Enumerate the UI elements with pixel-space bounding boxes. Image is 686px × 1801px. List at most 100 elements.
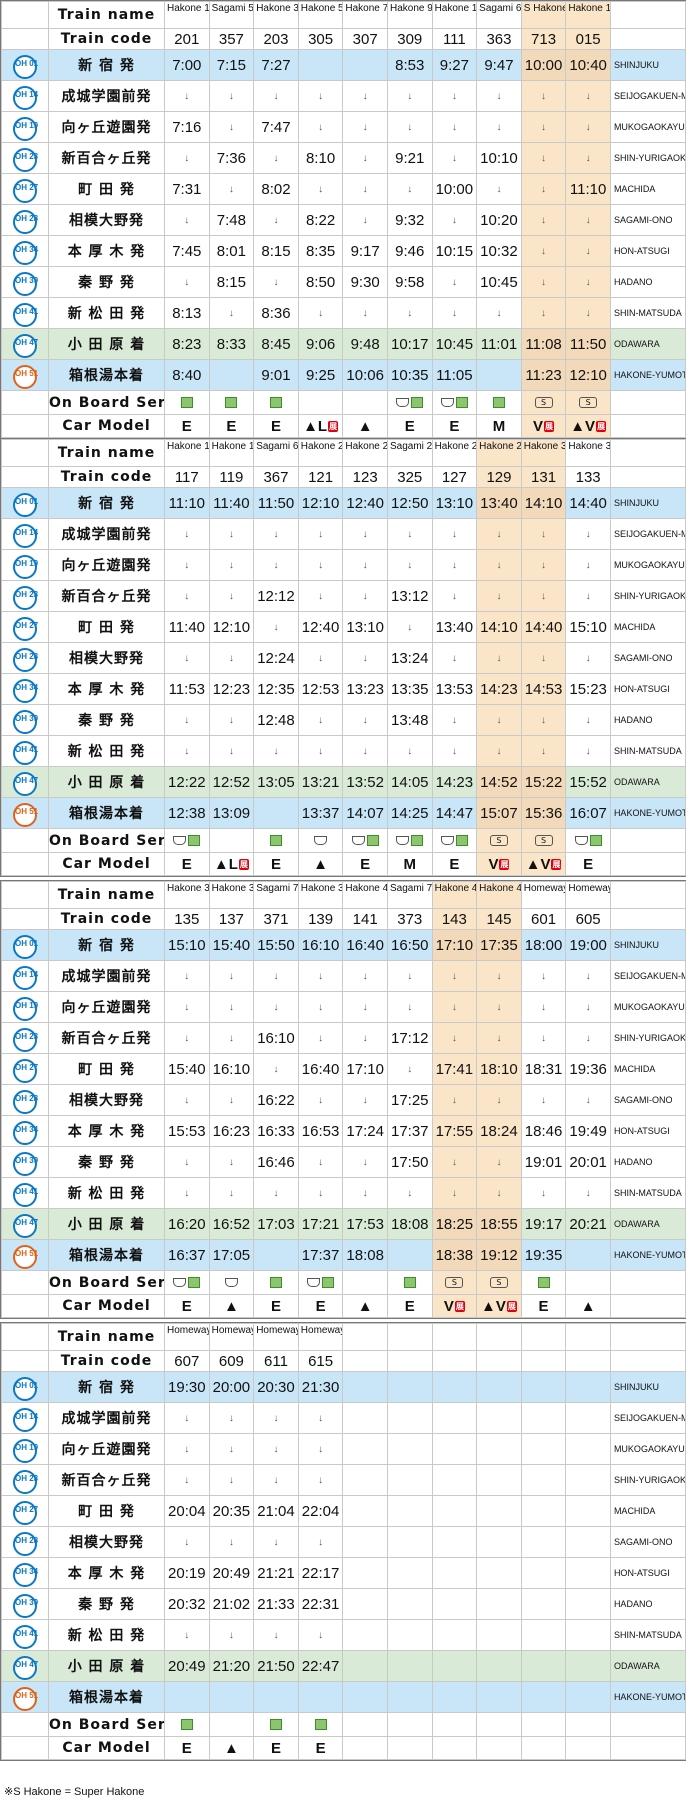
car-blank-en [609, 1736, 686, 1760]
on-board-services [164, 390, 210, 415]
train-code: 143 [431, 908, 478, 930]
departure-time: ↓ [253, 1053, 299, 1085]
station-name-jp: 本 厚 木 発 [48, 1557, 165, 1589]
station-badge-cell: OH 34 [1, 673, 49, 705]
departure-time: ↓ [342, 173, 388, 205]
departure-time: 17:05 [208, 1239, 255, 1271]
station-badge-cell: OH 27 [1, 611, 49, 643]
seat-service-icon: S [489, 834, 508, 846]
car-model: ▲V 展 [565, 414, 611, 438]
station-name-en: SHINJUKU [609, 487, 686, 519]
departure-time: ↓ [164, 1402, 210, 1434]
departure-time: 17:21 [297, 1208, 344, 1240]
station-name-jp: 小 田 原 着 [48, 1208, 165, 1240]
station-badge-cell: OH 28 [1, 642, 49, 674]
departure-time: ↓ [164, 642, 210, 674]
station-name-jp: 成城学園前発 [48, 80, 165, 112]
on-board-services-label: On Board Services [48, 1712, 165, 1737]
station-name-en: ODAWARA [609, 328, 686, 360]
train-name [342, 1323, 388, 1351]
departure-time: ↓ [208, 1464, 255, 1496]
departure-time [342, 1619, 388, 1651]
departure-time: 12:40 [342, 487, 388, 519]
timetable-block: Train nameHakone 1Sagami 57Hakone 3Hakon… [0, 0, 686, 439]
departure-time: 17:53 [342, 1208, 388, 1240]
departure-time: 8:33 [208, 328, 255, 360]
station-name-jp: 箱根湯本着 [48, 359, 165, 391]
station-number-badge: OH 51 [13, 803, 38, 827]
departure-time: 14:40 [520, 611, 567, 643]
departure-time [565, 1495, 611, 1527]
departure-time: ↓ [431, 704, 478, 736]
on-board-services: S [520, 828, 567, 853]
departure-time: 12:48 [253, 704, 299, 736]
departure-time: ↓ [164, 735, 210, 767]
train-name: Hakone 43 [431, 881, 478, 909]
departure-time: ↓ [253, 1619, 299, 1651]
departure-time [431, 1495, 478, 1527]
departure-time: ↓ [253, 991, 299, 1023]
on-board-services-label: On Board Services [48, 1270, 165, 1295]
departure-time [342, 1402, 388, 1434]
departure-time: ↓ [431, 204, 478, 236]
departure-time: 8:13 [164, 297, 210, 329]
departure-time: ↓ [253, 960, 299, 992]
departure-time: ↓ [297, 1433, 344, 1465]
station-row: OH 19向ヶ丘遊園発↓↓↓↓↓↓↓↓↓↓MUKOGAOKAYUEN [1, 549, 686, 581]
station-badge-cell: OH 14 [1, 960, 49, 992]
car-blank-en [609, 414, 686, 438]
departure-time: ↓ [208, 549, 255, 581]
station-row: OH 23 新百合ヶ丘発 ↓ ↓ 16:10 ↓ ↓ 17:12 ↓ ↓ ↓ ↓ SHIN-YURIGA… [1, 1022, 686, 1054]
departure-time: 16:46 [253, 1146, 299, 1178]
seat-service-icon: S [534, 834, 553, 846]
station-name-en: HON-ATSUGI [609, 1115, 686, 1147]
car-model: E [386, 1294, 433, 1318]
departure-time [565, 1681, 611, 1713]
station-number-badge: OH 47 [13, 772, 38, 796]
departure-time: 8:23 [164, 328, 210, 360]
departure-time: ↓ [297, 80, 344, 112]
cafe-icon [440, 835, 454, 845]
departure-time [520, 1371, 567, 1403]
departure-time: 11:10 [164, 487, 210, 519]
train-code-label: Train code [48, 1350, 165, 1372]
departure-time [253, 1239, 299, 1271]
station-row: OH 01 新 宿 発 11:10 11:40 11:50 12:10 12:40 12:50… [1, 487, 686, 519]
cafe-icon [173, 1277, 187, 1287]
code-blank-en [609, 908, 686, 930]
departure-time: 14:07 [342, 797, 388, 829]
station-name-jp: 成城学園前発 [48, 960, 165, 992]
car-model-code: ▲L [303, 417, 328, 435]
departure-time: 8:45 [253, 328, 299, 360]
station-name-en: MACHIDA [609, 611, 686, 643]
departure-time: 7:16 [164, 111, 210, 143]
station-row: OH 51 箱根湯本着 HAKONE-YUMOTO [1, 1681, 686, 1713]
departure-time [476, 1588, 522, 1620]
departure-time: ↓ [342, 580, 388, 612]
departure-time: ↓ [520, 266, 567, 298]
station-badge-cell: OH 14 [1, 518, 49, 550]
departure-time: ↓ [208, 297, 255, 329]
departure-time: 11:05 [431, 359, 478, 391]
on-board-services [431, 1712, 478, 1737]
departure-time: 17:10 [342, 1053, 388, 1085]
departure-time: 21:21 [253, 1557, 299, 1589]
station-number-badge: OH 41 [13, 303, 38, 327]
station-name-jp: 小 田 原 着 [48, 328, 165, 360]
departure-time: ↓ [342, 80, 388, 112]
departure-time: ↓ [476, 991, 522, 1023]
station-row: OH 27 町 田 発 20:04 20:35 21:04 22:04 MACHIDA [1, 1495, 686, 1527]
departure-time [476, 1619, 522, 1651]
departure-time: ↓ [476, 580, 522, 612]
departure-time: 15:22 [520, 766, 567, 798]
car-model-code: E [270, 1739, 281, 1757]
departure-time: ↓ [208, 735, 255, 767]
departure-time: ↓ [565, 580, 611, 612]
departure-time: 11:50 [565, 328, 611, 360]
station-badge-cell: OH 51 [1, 1239, 49, 1271]
departure-time: 13:40 [431, 611, 478, 643]
train-code: 367 [253, 466, 299, 488]
departure-time [386, 1588, 433, 1620]
train-code-label: Train code [48, 28, 165, 50]
train-name: Hakone 7 [342, 1, 388, 29]
